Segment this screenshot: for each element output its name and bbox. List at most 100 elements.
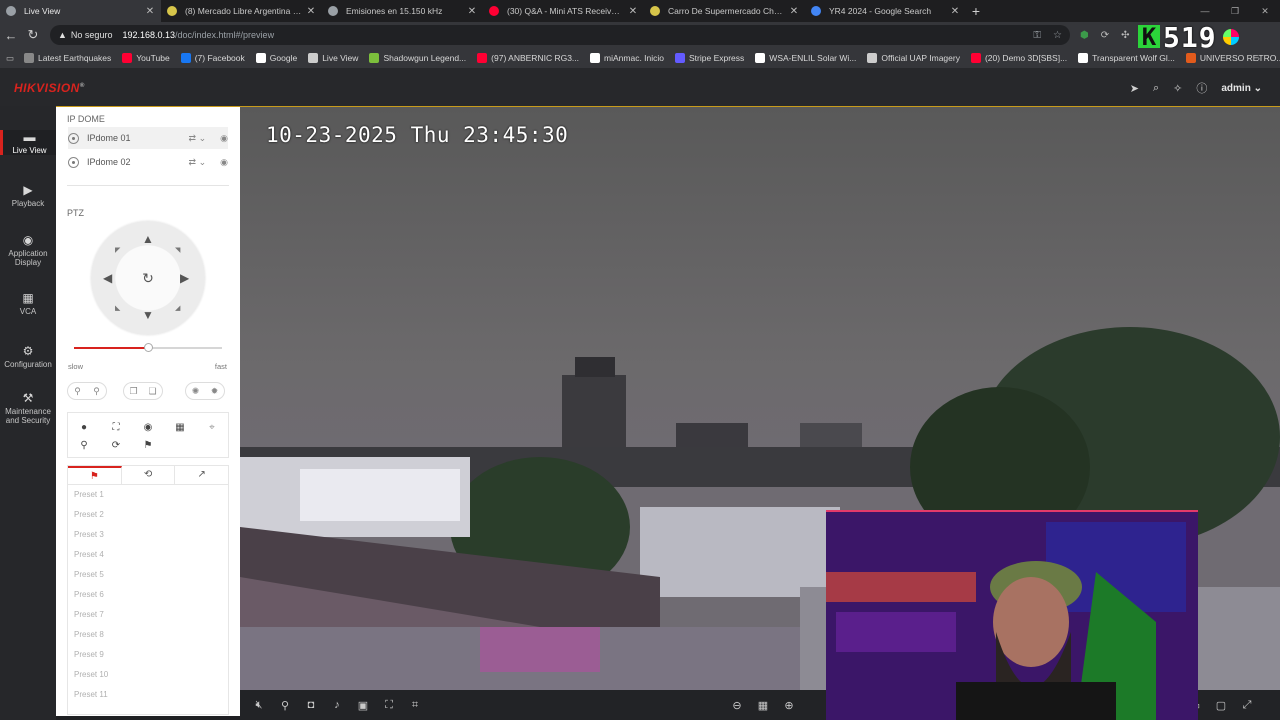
light-icon[interactable]: ● xyxy=(76,421,92,435)
tab-patterns[interactable]: ↗ xyxy=(175,466,228,484)
send-icon[interactable]: ➤ xyxy=(1130,82,1139,95)
browser-tab[interactable]: Live View ✕ xyxy=(0,0,161,22)
grid-tool-icon[interactable]: ▦ xyxy=(172,421,188,435)
back-icon[interactable]: ← xyxy=(0,28,22,43)
digital-zoom-icon[interactable]: ⚲ xyxy=(272,699,298,712)
preset-item[interactable]: Preset 9 xyxy=(68,645,228,665)
speed-knob[interactable] xyxy=(144,343,153,352)
preset-item[interactable]: Preset 8 xyxy=(68,625,228,645)
bookmark-item[interactable]: (7) Facebook xyxy=(180,53,245,63)
nav-application-display[interactable]: ◉ Application Display xyxy=(0,233,56,267)
bookmark-item[interactable]: Shadowgun Legend... xyxy=(369,53,466,63)
arrow-right-icon[interactable]: ▶ xyxy=(180,272,189,284)
shield-extension-icon[interactable]: ⬢ xyxy=(1080,30,1089,41)
tab-close-icon[interactable]: ✕ xyxy=(789,6,799,17)
arrow-down-icon[interactable]: ▼ xyxy=(142,309,154,321)
bookmarks-menu-icon[interactable]: ▭ xyxy=(6,53,14,64)
preset-item[interactable]: Preset 5 xyxy=(68,565,228,585)
record-icon[interactable]: ◉ xyxy=(220,157,228,168)
preset-item[interactable]: Preset 7 xyxy=(68,605,228,625)
key-icon[interactable]: ⚿ xyxy=(1033,30,1041,41)
info-icon[interactable]: ⓘ xyxy=(1196,80,1207,96)
arrow-up-right-icon[interactable]: ◥ xyxy=(175,245,180,257)
browser-tab[interactable]: (8) Mercado Libre Argentina - De ✕ xyxy=(161,0,322,22)
bookmark-item[interactable]: UNIVERSO RETRO... xyxy=(1185,53,1280,63)
iris-open-icon[interactable]: ✺ xyxy=(192,386,200,397)
bookmarks-overflow-icon[interactable]: › xyxy=(1257,53,1260,63)
bookmark-item[interactable]: (20) Demo 3D[SBS]... xyxy=(970,53,1067,63)
bookmark-item[interactable]: Google xyxy=(255,53,297,63)
arrow-down-left-icon[interactable]: ◣ xyxy=(115,303,120,315)
nav-vca[interactable]: ▦ VCA xyxy=(0,291,56,316)
nav-live-view[interactable]: ▬ Live View xyxy=(0,130,56,155)
browser-tab[interactable]: Emisiones en 15.150 kHz ✕ xyxy=(322,0,483,22)
reload-icon[interactable]: ↻ xyxy=(22,27,44,43)
tab-close-icon[interactable]: ✕ xyxy=(467,6,477,17)
url-field[interactable]: ▲ No seguro 192.168.0.13/doc/index.html#… xyxy=(50,25,1070,45)
nav-playback[interactable]: ▶ Playback xyxy=(0,183,56,208)
zoom-3d-icon[interactable]: ⚲ xyxy=(76,439,92,453)
browser-tab[interactable]: (30) Q&A - Mini ATS Receiver V3 ✕ xyxy=(483,0,644,22)
stream-icon[interactable]: ⇄ ⌄ xyxy=(189,133,207,144)
arrow-left-icon[interactable]: ◀ xyxy=(103,272,112,284)
audio-mute-icon[interactable]: 🔇︎ xyxy=(246,699,272,712)
refresh-extension-icon[interactable]: ⟳ xyxy=(1101,30,1109,41)
bookmark-item[interactable]: (97) ANBERNIC RG3... xyxy=(477,53,579,63)
arrow-up-icon[interactable]: ▲ xyxy=(142,233,154,245)
bookmark-star-icon[interactable]: ☆ xyxy=(1053,30,1062,41)
iris-close-icon[interactable]: ✹ xyxy=(211,386,219,397)
tab-close-icon[interactable]: ✕ xyxy=(628,6,638,17)
user-menu[interactable]: admin ⌄ xyxy=(1221,83,1262,94)
arrow-down-right-icon[interactable]: ◢ xyxy=(175,303,180,315)
regional-focus-icon[interactable]: ⛶ xyxy=(376,699,402,712)
image-settings-icon[interactable]: ▣ xyxy=(350,699,376,712)
one-touch-icon[interactable]: ◉ xyxy=(140,421,156,435)
tab-presets[interactable]: ⚑ xyxy=(68,466,122,484)
fullscreen-icon[interactable]: ⤢ xyxy=(1234,699,1260,712)
browser-tab[interactable]: YR4 2024 - Google Search ✕ xyxy=(805,0,966,22)
tab-close-icon[interactable]: ✕ xyxy=(950,6,960,17)
assistant-icon[interactable] xyxy=(1222,29,1239,45)
preset-item[interactable]: Preset 11 xyxy=(68,685,228,705)
snapshot-icon[interactable]: ◘ xyxy=(298,699,324,711)
search-icon[interactable]: ⌕ xyxy=(1153,82,1159,95)
bookmark-item[interactable]: Transparent Wolf Gl... xyxy=(1078,53,1175,63)
preset-item[interactable]: Preset 2 xyxy=(68,505,228,525)
area-zoom-icon[interactable]: ⌖ xyxy=(204,421,220,435)
preset-item[interactable]: Preset 6 xyxy=(68,585,228,605)
minimize-icon[interactable]: — xyxy=(1190,0,1220,22)
auto-scan-icon[interactable]: ↻ xyxy=(136,266,160,290)
browser-tab[interactable]: Carro De Supermercado Chango ✕ xyxy=(644,0,805,22)
bookmark-item[interactable]: Latest Earthquakes xyxy=(24,53,111,63)
camera-item-1[interactable]: IPdome 01 ⇄ ⌄ ◉ xyxy=(68,127,228,149)
arrow-up-left-icon[interactable]: ◤ xyxy=(115,245,120,257)
nav-configuration[interactable]: ⚙ Configuration xyxy=(0,344,56,369)
regional-exposure-icon[interactable]: ⌗ xyxy=(402,699,428,712)
preset-item[interactable]: Preset 4 xyxy=(68,545,228,565)
layout-icon[interactable]: ▦ xyxy=(750,699,776,712)
focus-box-icon[interactable]: ⛶ xyxy=(108,421,124,435)
bookmark-item[interactable]: Stripe Express xyxy=(675,53,744,63)
bookmark-item[interactable]: miAnmac. Inicio xyxy=(590,53,664,63)
close-window-icon[interactable]: ✕ xyxy=(1250,0,1280,22)
tab-patrols[interactable]: ⟲ xyxy=(122,466,176,484)
nav-maintenance-security[interactable]: ⚒ Maintenance and Security xyxy=(0,391,56,425)
puzzle-extension-icon[interactable]: ✣ xyxy=(1121,30,1129,41)
ptz-speed-slider[interactable] xyxy=(74,343,222,352)
next-page-icon[interactable]: ⊕ xyxy=(776,699,802,712)
bookmark-item[interactable]: WSA-ENLIL Solar Wi... xyxy=(755,53,856,63)
focus-far-icon[interactable]: ❏ xyxy=(148,386,156,397)
zoom-in-icon[interactable]: ⚲ xyxy=(93,386,100,397)
bookmark-item[interactable]: YouTube xyxy=(122,53,170,63)
tab-close-icon[interactable]: ✕ xyxy=(145,6,155,17)
focus-near-icon[interactable]: ❐ xyxy=(129,386,137,397)
preset-item[interactable]: Preset 3 xyxy=(68,525,228,545)
previous-page-icon[interactable]: ⊖ xyxy=(724,699,750,712)
favorites-icon[interactable]: ✧ xyxy=(1173,82,1182,95)
park-icon[interactable]: ⟳ xyxy=(108,439,124,453)
wiper-icon[interactable]: ⚑ xyxy=(140,439,156,453)
preset-item[interactable]: Preset 1 xyxy=(68,485,228,505)
camera-item-2[interactable]: IPdome 02 ⇄ ⌄ ◉ xyxy=(68,151,228,173)
stop-all-icon[interactable]: ▢ xyxy=(1208,699,1234,712)
bookmark-item[interactable]: Live View xyxy=(308,53,358,63)
